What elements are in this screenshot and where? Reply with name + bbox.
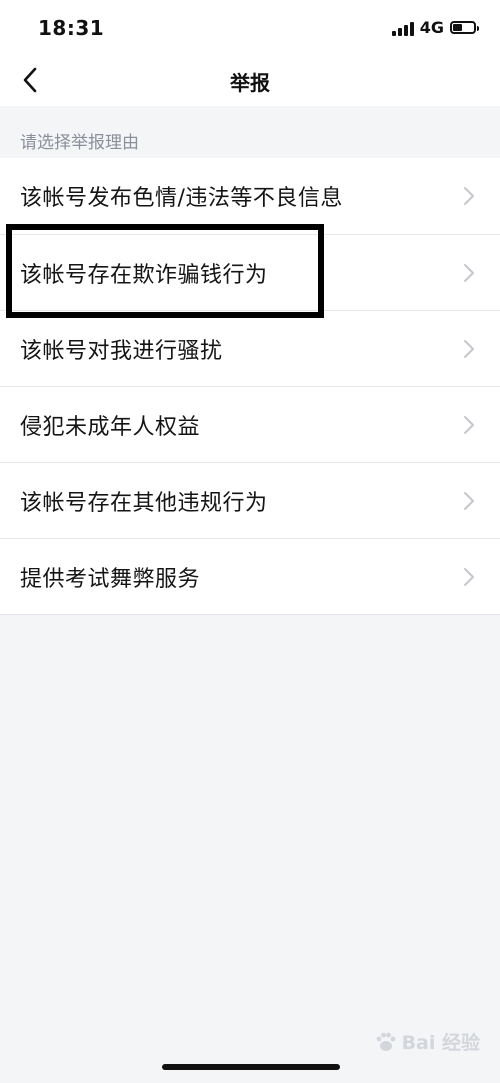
reason-label: 该帐号发布色情/违法等不良信息 [20, 186, 343, 211]
battery-fill [453, 24, 462, 31]
chevron-right-icon [464, 416, 474, 434]
reason-item-minors[interactable]: 侵犯未成年人权益 [0, 386, 500, 462]
reason-item-fraud[interactable]: 该帐号存在欺诈骗钱行为 [0, 234, 500, 310]
watermark: Bai 经验 [374, 1028, 480, 1055]
signal-strength-icon [391, 20, 414, 36]
navigation-bar: 举报 [0, 56, 500, 106]
reason-item-porn-illegal[interactable]: 该帐号发布色情/违法等不良信息 [0, 158, 500, 234]
reason-item-exam-cheating[interactable]: 提供考试舞弊服务 [0, 538, 500, 614]
reason-item-other-violation[interactable]: 该帐号存在其他违规行为 [0, 462, 500, 538]
page-title: 举报 [230, 71, 270, 95]
watermark-text: Bai 经验 [401, 1032, 480, 1054]
status-indicators: 4G [391, 18, 479, 37]
chevron-right-icon [464, 568, 474, 586]
section-header-text: 请选择举报理由 [20, 133, 139, 153]
paw-icon [376, 1032, 395, 1051]
reason-label: 提供考试舞弊服务 [20, 567, 201, 592]
network-type-label: 4G [419, 18, 444, 37]
status-bar: 18:31 4G [0, 0, 500, 56]
reason-label: 侵犯未成年人权益 [20, 415, 201, 440]
reason-label: 该帐号存在欺诈骗钱行为 [20, 263, 268, 288]
reason-label: 该帐号存在其他违规行为 [20, 491, 268, 516]
home-indicator[interactable] [162, 1064, 340, 1070]
reason-item-harassment[interactable]: 该帐号对我进行骚扰 [0, 310, 500, 386]
reason-label: 该帐号对我进行骚扰 [20, 339, 223, 364]
section-header: 请选择举报理由 [0, 106, 500, 158]
reason-list: 该帐号发布色情/违法等不良信息 该帐号存在欺诈骗钱行为 该帐号对我进行骚扰 侵犯… [0, 158, 500, 615]
battery-icon [450, 21, 479, 34]
chevron-right-icon [464, 340, 474, 358]
chevron-right-icon [464, 187, 474, 205]
chevron-right-icon [464, 264, 474, 282]
status-time: 18:31 [38, 16, 105, 40]
chevron-right-icon [464, 492, 474, 510]
